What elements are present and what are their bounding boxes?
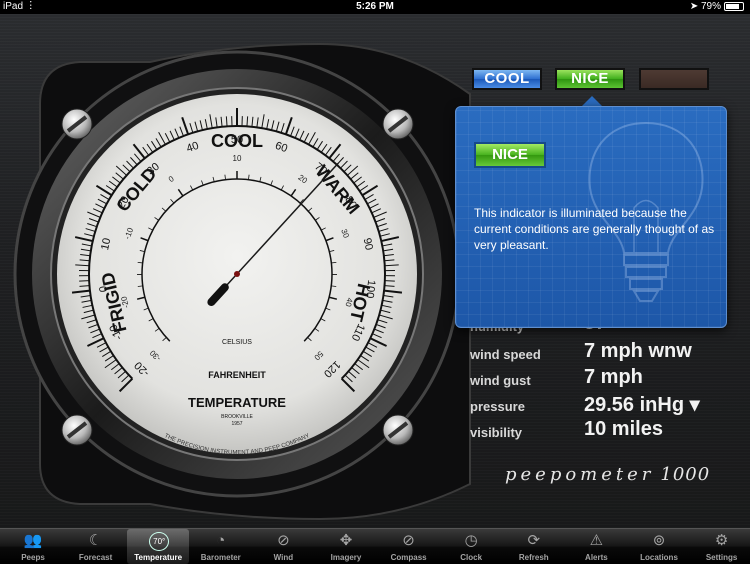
popover-arrow	[582, 96, 602, 106]
tab-label: Settings	[691, 553, 750, 562]
fahrenheit-label: FAHRENHEIT	[208, 370, 266, 380]
brand-logo: peepometer1000	[505, 464, 710, 485]
clock-icon: ◷	[461, 532, 481, 550]
reading-row-visibility: visibility 10 miles	[470, 418, 740, 444]
reading-row-wind-gust: wind gust 7 mph	[470, 366, 740, 392]
refresh-icon: ⟳	[524, 532, 544, 550]
screw-top-left	[62, 109, 92, 139]
cool-indicator[interactable]: COOL	[472, 68, 542, 90]
tab-label: Clock	[440, 553, 502, 562]
reading-row-wind-speed: wind speed 7 mph wnw	[470, 340, 740, 366]
tab-label: Peeps	[2, 553, 64, 562]
reading-value[interactable]: 29.56 inHg ▾	[584, 392, 700, 417]
tab-peeps[interactable]: 👥 Peeps	[2, 529, 64, 564]
tab-label: Locations	[628, 553, 690, 562]
tab-settings[interactable]: ⚙ Settings	[691, 529, 750, 564]
reading-row-pressure[interactable]: pressure 29.56 inHg ▾	[470, 392, 740, 418]
tab-label: Refresh	[503, 553, 565, 562]
needle-hub	[234, 271, 240, 277]
tab-forecast[interactable]: ☾ Forecast	[65, 529, 127, 564]
screw-top-right	[383, 109, 413, 139]
popover-description: This indicator is illuminated because th…	[474, 205, 719, 253]
location-icon: ⊚	[649, 532, 669, 550]
reading-value: 7 mph wnw	[584, 340, 692, 363]
tab-label: Temperature	[127, 553, 189, 562]
tab-refresh[interactable]: ⟳ Refresh	[503, 529, 565, 564]
temperature-label: TEMPERATURE	[188, 395, 286, 410]
tab-label: Alerts	[565, 553, 627, 562]
reading-label: wind speed	[470, 347, 541, 362]
compass-needle-icon: ⊘	[273, 532, 293, 550]
reading-value: 10 miles	[584, 418, 663, 441]
moon-icon: ☾	[86, 532, 106, 550]
tab-label: Wind	[252, 553, 314, 562]
tab-temperature[interactable]: 70° Temperature	[127, 529, 189, 564]
reading-value: 7 mph	[584, 366, 643, 389]
fahrenheit-tick	[247, 116, 248, 126]
celsius-label: CELSIUS	[222, 339, 252, 346]
maker-year: 1957	[231, 421, 242, 427]
people-icon: 👥	[23, 532, 43, 550]
hot-indicator[interactable]	[639, 68, 709, 90]
screw-bottom-right	[383, 415, 413, 445]
screw-bottom-left	[62, 415, 92, 445]
tab-clock[interactable]: ◷ Clock	[440, 529, 502, 564]
tab-label: Imagery	[315, 553, 377, 562]
status-bar: iPad ︙ 5:26 PM ➤ 79%	[0, 0, 750, 14]
gear-icon: ⚙	[712, 532, 732, 550]
tab-imagery[interactable]: ✥ Imagery	[315, 529, 377, 564]
thermometer-dial-icon: 70°	[149, 532, 169, 551]
compass-icon: ⊘	[399, 532, 419, 550]
reading-label: pressure	[470, 399, 525, 414]
tab-locations[interactable]: ⊚ Locations	[628, 529, 690, 564]
maker-city: BROOKVILLE	[221, 414, 253, 420]
gauge-icon: ◔	[211, 532, 231, 550]
reading-label: visibility	[470, 425, 522, 440]
battery-indicator: ➤ 79%	[690, 0, 744, 14]
tab-label: Compass	[378, 553, 440, 562]
main-panel: -20-100102030405060708090100110120 -30-2…	[0, 14, 750, 528]
tab-barometer[interactable]: ◔ Barometer	[190, 529, 252, 564]
status-time: 5:26 PM	[0, 0, 750, 14]
nice-indicator[interactable]: NICE	[555, 68, 625, 90]
fahrenheit-tick	[226, 116, 227, 126]
tab-label: Forecast	[65, 553, 127, 562]
tab-wind[interactable]: ⊘ Wind	[252, 529, 314, 564]
reading-label: wind gust	[470, 373, 531, 388]
location-arrow-icon: ➤	[690, 1, 698, 12]
popover-nice-badge: NICE	[474, 142, 546, 168]
satellite-icon: ✥	[336, 532, 356, 550]
tab-compass[interactable]: ⊘ Compass	[378, 529, 440, 564]
tab-label: Barometer	[190, 553, 252, 562]
indicator-popover: NICE This indicator is illuminated becau…	[455, 106, 727, 328]
battery-icon	[724, 2, 744, 11]
celsius-tick-label: 10	[233, 154, 242, 163]
tab-bar: 👥Peeps☾Forecast70°Temperature◔Barometer⊘…	[0, 528, 750, 564]
gauge-label-cool: COOL	[211, 131, 263, 151]
tab-alerts[interactable]: ⚠ Alerts	[565, 529, 627, 564]
warning-icon: ⚠	[586, 532, 606, 550]
